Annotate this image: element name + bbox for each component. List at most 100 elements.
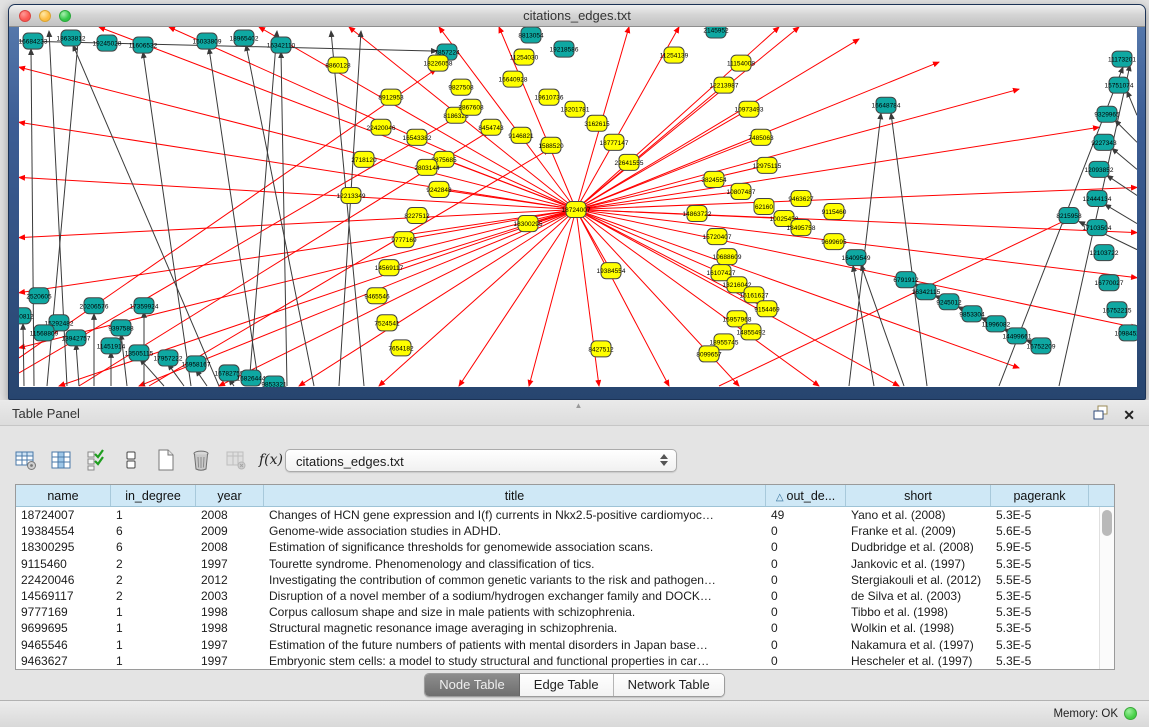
graph-node[interactable]: 16033809 <box>193 33 222 49</box>
graph-node[interactable]: 8427512 <box>588 341 614 357</box>
graph-node[interactable]: 9115460 <box>822 203 847 219</box>
float-panel-icon[interactable] <box>1093 405 1109 425</box>
graph-node[interactable]: 10984523 <box>1115 325 1137 341</box>
graph-node[interactable]: 8215958 <box>1056 208 1082 224</box>
graph-node[interactable]: 9154469 <box>754 301 780 317</box>
graph-node[interactable]: 9329965 <box>1094 106 1120 122</box>
graph-node[interactable]: 16752215 <box>1103 302 1132 318</box>
table-row[interactable]: 2242004622012Investigating the contribut… <box>16 572 1114 588</box>
graph-node[interactable]: 17359924 <box>130 298 159 314</box>
row-height-icon[interactable] <box>119 448 143 472</box>
graph-node[interactable]: 19218586 <box>550 41 579 57</box>
table-selector-dropdown[interactable]: citations_edges.txt <box>285 449 677 472</box>
window-titlebar[interactable]: citations_edges.txt <box>9 5 1145 27</box>
graph-node[interactable]: 12213349 <box>337 187 366 203</box>
table-row[interactable]: 946362711997Embryonic stem cells: a mode… <box>16 653 1114 669</box>
graph-node[interactable]: 16342110 <box>267 37 296 53</box>
graph-node[interactable]: 10688609 <box>713 249 742 265</box>
graph-node[interactable]: 11254139 <box>660 47 689 63</box>
graph-node[interactable]: 11606532 <box>129 37 158 53</box>
graph-node[interactable]: 18777147 <box>600 134 629 150</box>
table-row[interactable]: 911546021997Tourette syndrome. Phenomeno… <box>16 556 1114 572</box>
graph-node[interactable]: 9827508 <box>448 79 474 95</box>
graph-node[interactable]: 9397588 <box>108 320 134 336</box>
graph-node[interactable]: 9242848 <box>426 181 452 197</box>
table-row[interactable]: 1830029562008Estimation of significance … <box>16 539 1114 555</box>
table-row[interactable]: 969969511998Structural magnetic resonanc… <box>16 620 1114 636</box>
graph-node[interactable]: 19245028 <box>93 35 122 51</box>
graph-node[interactable]: 7485063 <box>748 129 774 145</box>
graph-node[interactable]: 20206576 <box>80 298 109 314</box>
tab-network-table[interactable]: Network Table <box>614 674 724 696</box>
graph-node[interactable]: 2520605 <box>26 288 52 304</box>
graph-node[interactable]: 8860128 <box>325 57 351 73</box>
column-header-year[interactable]: year <box>196 485 264 506</box>
graph-node[interactable]: 13505115 <box>125 345 154 361</box>
graph-node[interactable]: 8454743 <box>478 119 504 135</box>
graph-node[interactable]: 19610736 <box>535 89 564 105</box>
graph-node[interactable]: 19384554 <box>597 263 626 279</box>
graph-node[interactable]: 9146821 <box>508 127 534 143</box>
graph-node[interactable]: 3162615 <box>584 115 610 131</box>
graph-node[interactable]: 10807487 <box>727 183 756 199</box>
graph-node[interactable]: 12975115 <box>753 157 782 173</box>
graph-node[interactable]: 8912953 <box>378 89 404 105</box>
graph-node[interactable]: 2145952 <box>703 27 729 38</box>
column-checklist-icon[interactable] <box>84 448 108 472</box>
graph-node[interactable]: 12444134 <box>1083 190 1112 206</box>
graph-node[interactable]: 11154008 <box>727 55 755 71</box>
graph-node[interactable]: 14863722 <box>683 205 712 221</box>
graph-node[interactable]: 13942757 <box>62 330 91 346</box>
graph-node[interactable]: 7654182 <box>388 340 414 356</box>
graph-node[interactable]: 62160 <box>754 198 774 214</box>
graph-node[interactable]: 18965402 <box>230 30 259 46</box>
memory-indicator[interactable]: Memory: OK <box>1053 707 1137 720</box>
table-row[interactable]: 1938455462009Genome-wide association stu… <box>16 523 1114 539</box>
column-header-out-de-[interactable]: △out_de... <box>766 485 846 506</box>
tab-node-table[interactable]: Node Table <box>425 674 520 696</box>
scrollbar-thumb[interactable] <box>1102 510 1112 536</box>
table-row[interactable]: 1872400712008Changes of HCN gene express… <box>16 507 1114 523</box>
column-header-pagerank[interactable]: pagerank <box>991 485 1089 506</box>
graph-node[interactable]: 15720407 <box>703 229 732 245</box>
network-canvas[interactable]: 1668423318633812192450281160653216033809… <box>19 27 1137 387</box>
function-builder-icon[interactable]: f(x) <box>259 448 283 472</box>
tab-edge-table[interactable]: Edge Table <box>520 674 614 696</box>
graph-node[interactable]: 1588520 <box>538 137 564 153</box>
graph-node[interactable]: 22420046 <box>367 119 396 135</box>
graph-node[interactable]: 9465546 <box>364 288 390 304</box>
graph-node[interactable]: 3824554 <box>701 171 727 187</box>
graph-node[interactable]: 11173201 <box>1108 51 1136 67</box>
graph-node[interactable]: 9245012 <box>936 294 962 310</box>
graph-node[interactable]: 12093852 <box>1085 161 1114 177</box>
table-row[interactable]: 946554611997Estimation of the future num… <box>16 637 1114 653</box>
graph-node[interactable]: 9463627 <box>788 190 814 206</box>
graph-node[interactable]: 8813054 <box>518 27 544 43</box>
graph-node[interactable]: 13201781 <box>561 101 590 117</box>
table-scrollbar[interactable] <box>1099 507 1114 669</box>
graph-node[interactable]: 1350812 <box>19 308 34 324</box>
graph-node[interactable]: 16770027 <box>1095 275 1124 291</box>
column-header-name[interactable]: name <box>16 485 111 506</box>
column-header-title[interactable]: title <box>264 485 766 506</box>
graph-node[interactable]: 14569117 <box>375 260 404 276</box>
column-header-short[interactable]: short <box>846 485 991 506</box>
graph-node[interactable]: 9853304 <box>959 306 985 322</box>
graph-node[interactable]: 8099657 <box>696 346 722 362</box>
graph-node[interactable]: 16684233 <box>19 33 48 49</box>
graph-node[interactable]: 9699695 <box>821 234 847 250</box>
graph-node[interactable]: 2867608 <box>458 99 484 115</box>
graph-node[interactable]: 9853321 <box>261 376 287 387</box>
graph-node[interactable]: 12103722 <box>1090 245 1119 261</box>
graph-node[interactable]: 7524541 <box>374 315 400 331</box>
graph-node[interactable]: 17103504 <box>1083 220 1112 236</box>
delete-table-icon[interactable] <box>189 448 213 472</box>
graph-node[interactable]: 16342115 <box>912 284 941 300</box>
table-settings-icon[interactable] <box>14 448 38 472</box>
graph-node[interactable]: 2803144 <box>414 159 440 175</box>
graph-node[interactable]: 9227343 <box>1091 134 1117 150</box>
graph-node[interactable]: 11996082 <box>982 316 1011 332</box>
table-column-icon[interactable] <box>49 448 73 472</box>
column-header-in-degree[interactable]: in_degree <box>111 485 196 506</box>
graph-node[interactable]: 15751074 <box>1105 77 1134 93</box>
